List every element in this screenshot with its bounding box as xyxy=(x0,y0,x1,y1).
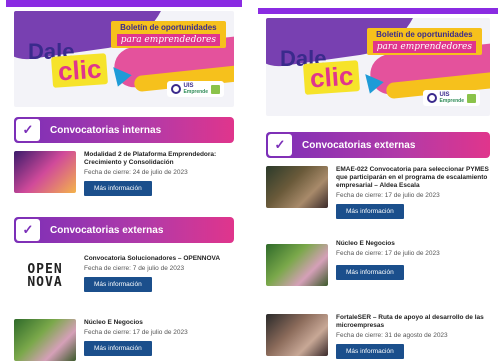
top-bar xyxy=(258,8,498,14)
mas-informacion-button[interactable]: Más información xyxy=(336,204,404,220)
list-item: Núcleo E Negocios Fecha de cierre: 17 de… xyxy=(14,319,234,364)
item-title: EMAE-022 Convocatoria para seleccionar P… xyxy=(336,166,489,190)
item-date: Fecha de cierre: 17 de julio de 2023 xyxy=(84,329,188,337)
mas-informacion-button[interactable]: Más información xyxy=(84,181,152,197)
checkmark-icon: ✓ xyxy=(268,134,292,156)
item-thumbnail xyxy=(266,166,328,208)
section-convocatorias-internas: ✓ Convocatorias internas xyxy=(14,117,234,143)
newsletter-panel-right: Dale clic Boletín de oportunidades para … xyxy=(258,0,498,364)
opennova-logo: OPEN NOVA xyxy=(14,255,76,297)
banner-tagline: Boletín de oportunidades para emprendedo… xyxy=(110,21,226,48)
calendar-icon xyxy=(211,84,220,94)
section-title: Convocatorias externas xyxy=(302,139,416,151)
banner-tagline: Boletín de oportunidades para emprendedo… xyxy=(366,28,482,55)
item-thumbnail xyxy=(266,314,328,356)
item-thumbnail xyxy=(14,319,76,361)
power-icon xyxy=(170,84,181,94)
power-icon xyxy=(426,93,437,103)
item-date: Fecha de cierre: 17 de julio de 2023 xyxy=(336,250,440,258)
uis-emprende-logo: UIS Emprende xyxy=(166,81,224,97)
mas-informacion-button[interactable]: Más información xyxy=(336,265,404,281)
banner-clic-text: clic xyxy=(50,53,109,88)
top-bar xyxy=(6,0,242,7)
section-convocatorias-externas: ✓ Convocatorias externas xyxy=(14,217,234,243)
list-item: Núcleo E Negocios Fecha de cierre: 17 de… xyxy=(266,240,490,312)
logo-sub: Emprende xyxy=(183,89,208,95)
dale-clic-banner: Dale clic Boletín de oportunidades para … xyxy=(14,11,234,107)
checkmark-icon: ✓ xyxy=(16,119,40,141)
mas-informacion-button[interactable]: Más información xyxy=(84,277,152,293)
checkmark-icon: ✓ xyxy=(16,219,40,241)
item-thumbnail xyxy=(14,151,76,193)
list-item: EMAE-022 Convocatoria para seleccionar P… xyxy=(266,166,490,236)
banner-tagline-title: Boletín de oportunidades xyxy=(376,30,473,39)
uis-emprende-logo: UIS Emprende xyxy=(422,90,480,106)
item-date: Fecha de cierre: 7 de julio de 2023 xyxy=(84,265,185,273)
banner-tagline-title: Boletín de oportunidades xyxy=(120,23,217,32)
item-date: Fecha de cierre: 24 de julio de 2023 xyxy=(84,169,188,177)
banner-tagline-subtitle: para emprendedores xyxy=(116,34,220,46)
item-thumbnail xyxy=(266,244,328,286)
mas-informacion-button[interactable]: Más información xyxy=(336,344,404,360)
logo-sub: Emprende xyxy=(439,98,464,104)
calendar-icon xyxy=(467,93,476,103)
item-title: Convocatoria Solucionadores – OPENNOVA xyxy=(84,255,221,262)
mas-informacion-button[interactable]: Más información xyxy=(84,341,152,357)
item-title: FortaleSER – Ruta de apoyo al desarrollo… xyxy=(336,314,484,330)
dale-clic-banner: Dale clic Boletín de oportunidades para … xyxy=(266,18,490,116)
list-item: FortaleSER – Ruta de apoyo al desarrollo… xyxy=(266,314,490,364)
newsletter-panel-left: Dale clic Boletín de oportunidades para … xyxy=(6,0,242,364)
item-title: Modalidad 2 de Plataforma Emprendedora: … xyxy=(84,151,217,167)
item-title: Núcleo E Negocios xyxy=(336,240,395,247)
section-title: Convocatorias externas xyxy=(50,224,164,236)
list-item: OPEN NOVA Convocatoria Solucionadores – … xyxy=(14,255,234,315)
item-date: Fecha de cierre: 17 de julio de 2023 xyxy=(336,192,440,200)
banner-tagline-subtitle: para emprendedores xyxy=(372,41,476,53)
item-title: Núcleo E Negocios xyxy=(84,319,143,326)
list-item: Modalidad 2 de Plataforma Emprendedora: … xyxy=(14,151,234,211)
section-convocatorias-externas: ✓ Convocatorias externas xyxy=(266,132,490,158)
section-title: Convocatorias internas xyxy=(50,124,162,136)
banner-clic-text: clic xyxy=(302,60,361,95)
item-date: Fecha de cierre: 31 de agosto de 2023 xyxy=(336,332,448,340)
